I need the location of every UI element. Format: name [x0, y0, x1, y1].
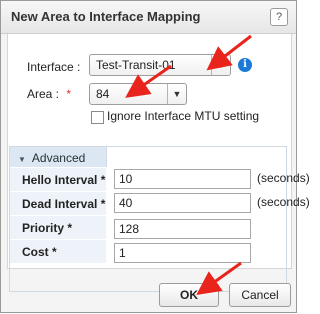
dialog-title: New Area to Interface Mapping [11, 9, 201, 24]
help-icon[interactable]: ? [270, 8, 288, 26]
triangle-down-icon: ▼ [18, 155, 26, 164]
hello-interval-label: Hello Interval * [22, 173, 106, 187]
area-value: 84 [96, 87, 110, 101]
dead-interval-row: Dead Interval * [10, 191, 106, 215]
cost-input[interactable]: 1 [114, 243, 251, 263]
advanced-header: Advanced [31, 151, 86, 165]
required-marker: * [66, 87, 72, 101]
dead-interval-label: Dead Interval * [22, 197, 106, 211]
priority-label: Priority * [22, 221, 73, 235]
hello-interval-value: 10 [119, 172, 133, 186]
interface-label: Interface : [27, 60, 81, 74]
dialog-titlebar: New Area to Interface Mapping ? [1, 1, 296, 34]
dead-interval-unit: (seconds) [257, 195, 310, 209]
area-select[interactable]: 84 ▼ [89, 83, 187, 105]
ignore-mtu-checkbox[interactable] [91, 111, 104, 124]
advanced-toggle[interactable]: ▼ Advanced [10, 147, 107, 167]
priority-value: 128 [119, 222, 140, 236]
priority-row: Priority * [10, 215, 106, 239]
hello-interval-input[interactable]: 10 [114, 169, 251, 189]
dead-interval-value: 40 [119, 196, 133, 210]
interface-select[interactable]: Test-Transit-01 ▼ [89, 54, 231, 76]
ignore-mtu-label: Ignore Interface MTU setting [107, 109, 260, 123]
priority-input[interactable]: 128 [114, 219, 251, 239]
ok-button[interactable]: OK [159, 283, 219, 307]
cancel-button[interactable]: Cancel [229, 283, 291, 307]
hello-interval-unit: (seconds) [257, 171, 310, 185]
area-mapping-dialog: New Area to Interface Mapping ? Interfac… [0, 0, 310, 313]
interface-value: Test-Transit-01 [96, 58, 176, 72]
cost-label: Cost * [22, 245, 57, 259]
info-icon[interactable]: i [238, 58, 252, 72]
cost-row: Cost * [10, 239, 106, 263]
area-label: Area : * [27, 87, 71, 101]
dead-interval-input[interactable]: 40 [114, 193, 251, 213]
cost-value: 1 [119, 246, 126, 260]
chevron-down-icon[interactable]: ▼ [167, 84, 186, 104]
hello-interval-row: Hello Interval * [10, 167, 106, 191]
chevron-down-icon[interactable]: ▼ [211, 55, 230, 75]
area-label-text: Area : [27, 87, 60, 101]
